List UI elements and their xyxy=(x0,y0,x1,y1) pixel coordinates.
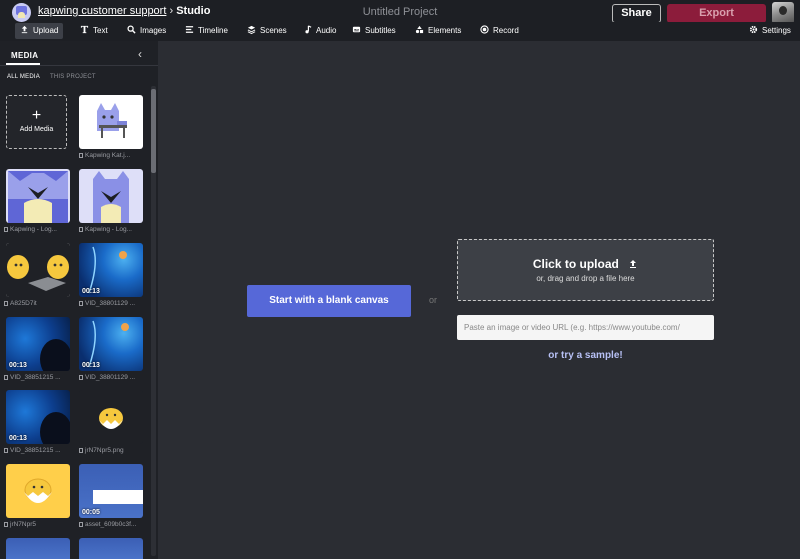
record-icon xyxy=(480,25,489,34)
or-divider: or xyxy=(429,295,438,305)
emoji-sticker-image xyxy=(6,243,70,297)
media-caption: jrN7Npr5 xyxy=(4,521,72,528)
media-item[interactable] xyxy=(6,243,70,297)
settings-button[interactable]: Settings xyxy=(749,23,791,39)
egg-sticker-image xyxy=(24,478,52,503)
export-button[interactable]: Export xyxy=(667,4,766,23)
tab-subtitles[interactable]: Subtitles xyxy=(352,23,396,39)
share-button[interactable]: Share xyxy=(612,4,661,23)
layers-icon xyxy=(247,25,256,34)
tab-audio[interactable]: Audio xyxy=(303,23,336,39)
top-bar: kapwing customer support › Studio Untitl… xyxy=(0,0,800,24)
upload-title: Click to upload xyxy=(458,257,713,271)
media-item[interactable] xyxy=(6,464,70,518)
tab-images[interactable]: Images xyxy=(127,23,166,39)
add-media-button[interactable]: + Add Media xyxy=(6,95,67,149)
media-item[interactable]: 00:13 xyxy=(6,390,70,444)
media-item[interactable]: 00:05 xyxy=(79,464,143,518)
media-caption: jrN7Npr5.png xyxy=(79,447,147,454)
egg-sticker-image xyxy=(99,408,123,429)
media-item[interactable]: 00:13 xyxy=(79,317,143,371)
shapes-icon xyxy=(415,25,424,34)
media-item[interactable]: 00:13 xyxy=(6,317,70,371)
try-sample-link[interactable]: or try a sample! xyxy=(457,350,714,361)
cat-illustration xyxy=(97,103,127,138)
tab-record[interactable]: Record xyxy=(480,23,519,39)
editor-toolbar: Upload Text Images Timeline Scenes Audio… xyxy=(0,22,800,41)
user-avatar[interactable] xyxy=(772,2,794,24)
search-icon xyxy=(127,25,136,34)
duration-badge: 00:13 xyxy=(9,362,27,369)
duration-badge: 00:13 xyxy=(82,288,100,295)
subtab-all-media[interactable]: ALL MEDIA xyxy=(7,74,40,80)
media-item[interactable] xyxy=(6,169,70,223)
gear-icon xyxy=(749,25,758,34)
duration-badge: 00:13 xyxy=(9,435,27,442)
duration-badge: 00:05 xyxy=(82,509,100,516)
media-caption: Kapwing - Log... xyxy=(4,226,72,233)
chevron-left-icon: ‹ xyxy=(138,47,142,61)
media-caption: VID_38851215 ... xyxy=(4,374,72,381)
media-item[interactable] xyxy=(79,538,143,559)
scrollbar-thumb[interactable] xyxy=(151,89,156,173)
url-input[interactable] xyxy=(457,315,714,340)
kapwing-logo-image xyxy=(93,171,129,223)
tab-scenes[interactable]: Scenes xyxy=(247,23,287,39)
text-icon xyxy=(80,25,89,34)
subtab-this-project[interactable]: THIS PROJECT xyxy=(50,74,96,80)
media-caption: VID_38801129 ... xyxy=(79,374,147,381)
collapse-sidebar-button[interactable]: ‹ xyxy=(138,48,150,60)
media-caption: Kapwing - Log... xyxy=(79,226,147,233)
media-caption: Kapwing Kat.j... xyxy=(79,152,147,159)
media-caption: VID_38851215 ... xyxy=(4,447,72,454)
tab-upload[interactable]: Upload xyxy=(15,23,64,39)
upload-icon xyxy=(628,258,638,268)
subtitles-icon xyxy=(352,25,361,34)
kapwing-logo-image xyxy=(8,171,68,223)
media-item[interactable] xyxy=(6,538,70,559)
divider xyxy=(0,65,158,66)
media-item[interactable] xyxy=(79,95,143,149)
media-item[interactable] xyxy=(79,390,143,444)
media-caption: asset_609b0c3f... xyxy=(79,521,147,528)
blank-canvas-button[interactable]: Start with a blank canvas xyxy=(247,285,411,317)
media-caption: A825D7it xyxy=(4,300,72,307)
upload-subtitle: or, drag and drop a file here xyxy=(536,274,635,283)
media-item[interactable] xyxy=(79,169,143,223)
plus-icon: + xyxy=(31,107,42,124)
tab-media[interactable]: MEDIA xyxy=(11,51,38,60)
duration-badge: 00:13 xyxy=(82,362,100,369)
tab-elements[interactable]: Elements xyxy=(415,23,461,39)
timeline-icon xyxy=(185,25,194,34)
upload-dropzone[interactable]: Click to upload or, drag and drop a file… xyxy=(457,239,714,301)
media-item[interactable]: 00:13 xyxy=(79,243,143,297)
upload-icon xyxy=(20,25,29,34)
tab-text[interactable]: Text xyxy=(80,23,108,39)
media-caption: VID_38801129 ... xyxy=(79,300,147,307)
tab-timeline[interactable]: Timeline xyxy=(185,23,228,39)
music-note-icon xyxy=(303,25,312,34)
